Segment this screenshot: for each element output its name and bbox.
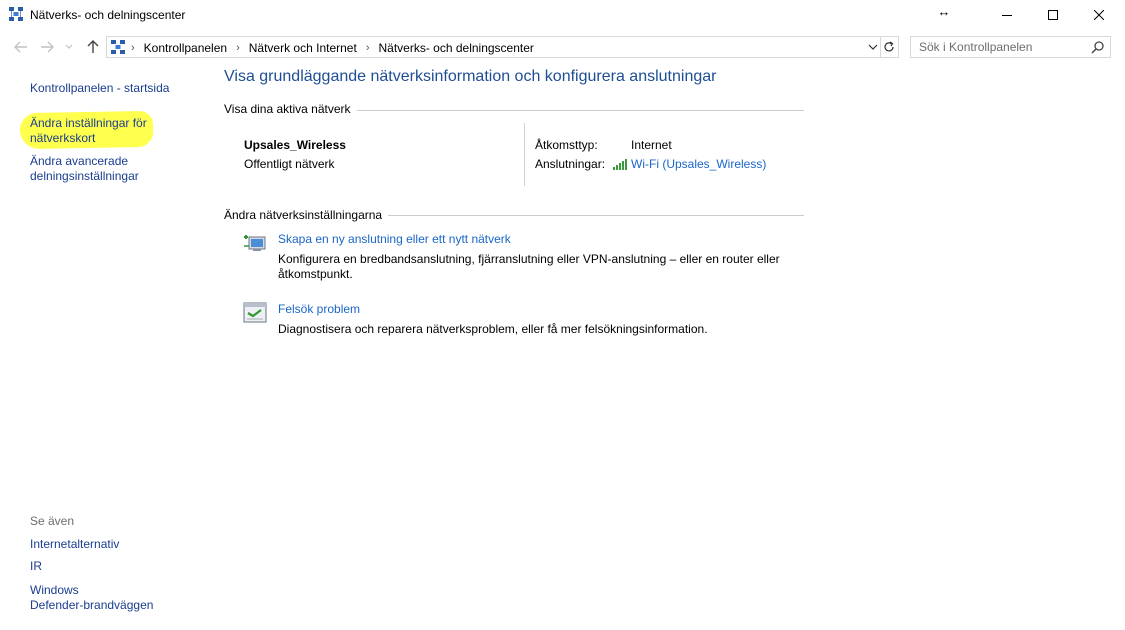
change-settings-heading: Ändra nätverksinställningarna [224,208,389,222]
access-type-value: Internet [631,138,672,152]
maximize-button[interactable] [1030,0,1076,30]
divider [524,123,525,186]
see-also-heading: Se även [30,514,75,528]
troubleshoot-icon [243,302,267,323]
address-bar[interactable]: › Kontrollpanelen › Nätverk och Internet… [106,36,881,58]
breadcrumb-separator-icon[interactable]: › [131,42,135,54]
resize-arrows-icon: ↔ [937,4,951,19]
close-button[interactable] [1076,0,1122,30]
link-line: Defender-brandväggen [30,598,154,612]
minimize-icon [1002,15,1012,16]
task-description-line: Konfigurera en bredbandsanslutning, fjär… [278,252,780,266]
link-line: nätverkskort [30,131,96,145]
up-button[interactable] [84,38,102,56]
link-line: Ändra avancerade [30,154,129,168]
task-description-line: åtkomstpunkt. [278,267,353,281]
title-bar: Nätverks- och delningscenter ↔ [0,0,1125,30]
network-category: Offentligt nätverk [244,157,335,171]
close-icon [1094,10,1104,20]
maximize-icon [1048,10,1058,20]
search-input[interactable] [919,40,1084,54]
windows-firewall-link[interactable]: Windows Defender-brandväggen [30,583,153,613]
breadcrumb-network-center[interactable]: Nätverks- och delningscenter [378,41,533,55]
address-dropdown-button[interactable] [867,40,879,54]
navigation-bar: › Kontrollpanelen › Nätverk och Internet… [0,33,1125,61]
breadcrumb: › Kontrollpanelen › Nätverk och Internet… [131,41,534,55]
refresh-button[interactable] [880,36,899,58]
wifi-connection-link[interactable]: Wi-Fi (Upsales_Wireless) [631,157,766,171]
set-up-new-connection-link[interactable]: Skapa en ny anslutning eller ett nytt nä… [278,232,511,246]
link-line: Windows [30,583,79,597]
task-description: Diagnostisera och reparera nätverksprobl… [278,322,798,337]
refresh-icon [884,41,894,52]
forward-button[interactable] [38,38,56,56]
task-description: Konfigurera en bredbandsanslutning, fjär… [278,252,798,282]
new-connection-icon [244,235,266,251]
minimize-button[interactable] [984,0,1030,30]
link-line: delningsinställningar [30,169,139,183]
wifi-signal-icon [613,159,627,170]
link-line: Ändra inställningar för [30,116,147,130]
search-box[interactable] [910,36,1111,58]
control-panel-icon [111,40,125,54]
breadcrumb-separator-icon[interactable]: › [236,42,240,54]
search-icon[interactable] [1091,40,1105,54]
arrow-up-icon [87,40,99,53]
arrow-right-icon [41,41,54,53]
infrared-link[interactable]: IR [30,559,42,574]
breadcrumb-control-panel[interactable]: Kontrollpanelen [144,41,227,55]
breadcrumb-separator-icon[interactable]: › [366,42,370,54]
task-description-line: Diagnostisera och reparera nätverksprobl… [278,322,708,336]
advanced-sharing-settings-link[interactable]: Ändra avancerade delningsinställningar [30,154,139,184]
change-adapter-settings-link[interactable]: Ändra inställningar för nätverkskort [30,116,147,146]
window-title: Nätverks- och delningscenter [30,8,186,22]
internet-options-link[interactable]: Internetalternativ [30,537,119,552]
left-task-pane: Kontrollpanelen - startsida Ändra instäl… [0,62,205,630]
breadcrumb-network-internet[interactable]: Nätverk och Internet [249,41,357,55]
chevron-down-icon [868,44,878,50]
network-center-icon [9,7,23,21]
back-button[interactable] [12,38,30,56]
chevron-down-icon [65,44,73,49]
access-type-label: Åtkomsttyp: [535,138,598,152]
troubleshoot-problems-link[interactable]: Felsök problem [278,302,360,316]
network-name: Upsales_Wireless [244,138,346,152]
page-title: Visa grundläggande nätverksinformation o… [224,68,717,85]
recent-locations-button[interactable] [63,38,75,56]
control-panel-home-link[interactable]: Kontrollpanelen - startsida [30,81,169,96]
active-networks-heading: Visa dina aktiva nätverk [224,102,357,116]
connections-label: Anslutningar: [535,157,606,171]
arrow-left-icon [14,41,27,53]
